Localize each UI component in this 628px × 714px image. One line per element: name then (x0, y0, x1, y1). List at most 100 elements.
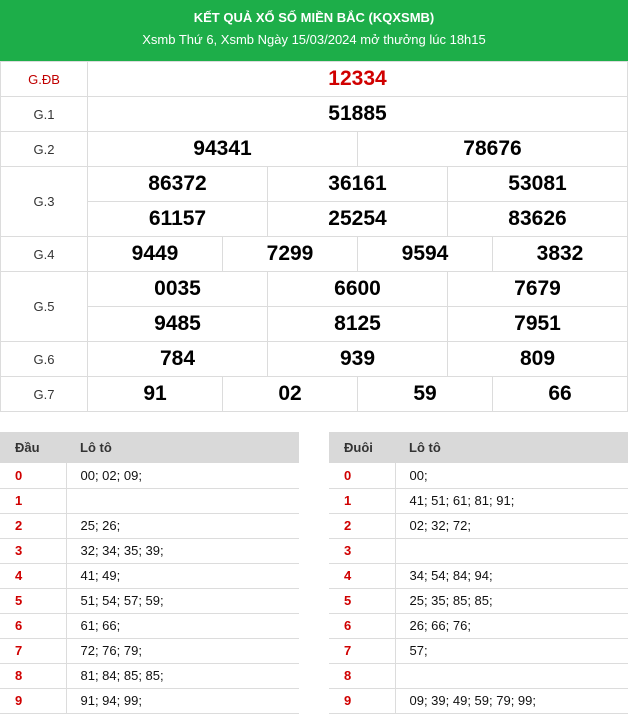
prize-number: 12334 (87, 61, 628, 97)
loto-values (394, 663, 628, 689)
prize-number: 7299 (222, 236, 358, 272)
table-row: 4 41; 49; (0, 563, 299, 589)
prize-label: G.1 (0, 96, 88, 132)
table-row: 4 34; 54; 84; 94; (329, 563, 628, 589)
table-row: 9 09; 39; 49; 59; 79; 99; (329, 688, 628, 714)
prize-number: 36161 (267, 166, 448, 202)
prize-row-g5-b: 9485 8125 7951 (1, 306, 628, 342)
table-row: 8 81; 84; 85; 85; (0, 663, 299, 689)
prize-number: 86372 (87, 166, 268, 202)
head-digit: 6 (0, 613, 66, 639)
prize-number: 61157 (87, 201, 268, 237)
prize-number: 8125 (267, 306, 448, 342)
prize-number: 02 (222, 376, 358, 412)
tail-digit: 6 (329, 613, 395, 639)
loto-values: 25; 26; (65, 513, 299, 539)
prize-number: 25254 (267, 201, 448, 237)
prize-number: 91 (87, 376, 223, 412)
prize-number: 9485 (87, 306, 268, 342)
prize-number: 939 (267, 341, 448, 377)
prize-number: 784 (87, 341, 268, 377)
tail-digit: 8 (329, 663, 395, 689)
loto-values: 25; 35; 85; 85; (394, 588, 628, 614)
tail-digit: 5 (329, 588, 395, 614)
loto-values: 26; 66; 76; (394, 613, 628, 639)
loto-values: 34; 54; 84; 94; (394, 563, 628, 589)
table-row: 3 (329, 538, 628, 564)
head-digit: 8 (0, 663, 66, 689)
prize-number: 7679 (447, 271, 628, 307)
tail-digit: 9 (329, 688, 395, 714)
column-header-loto: Lô tô (395, 432, 628, 463)
head-digit: 7 (0, 638, 66, 664)
prize-number: 59 (357, 376, 493, 412)
draw-date-subtitle: Xsmb Thứ 6, Xsmb Ngày 15/03/2024 mở thưở… (142, 32, 486, 47)
prize-number: 3832 (492, 236, 628, 272)
table-row: 0 00; 02; 09; (0, 463, 299, 489)
loto-values: 72; 76; 79; (65, 638, 299, 664)
loto-values: 00; (394, 463, 628, 489)
prize-number: 66 (492, 376, 628, 412)
head-digit: 4 (0, 563, 66, 589)
prize-row-g3-b: 61157 25254 83626 (1, 201, 628, 237)
table-row: 7 72; 76; 79; (0, 638, 299, 664)
table-row: 6 61; 66; (0, 613, 299, 639)
prize-row-g4: G.4 9449 7299 9594 3832 (0, 236, 628, 272)
table-row: 7 57; (329, 638, 628, 664)
loto-values: 02; 32; 72; (394, 513, 628, 539)
loto-tail-table: Đuôi Lô tô 0 00; 1 41; 51; 61; 81; 91; 2 02… (329, 432, 628, 714)
loto-values: 91; 94; 99; (65, 688, 299, 714)
prize-row-g7: G.7 91 02 59 66 (0, 376, 628, 412)
loto-values: 41; 51; 61; 81; 91; (394, 488, 628, 514)
head-digit: 5 (0, 588, 66, 614)
prize-label: G.ĐB (0, 61, 88, 97)
page-title: KẾT QUẢ XỔ SỐ MIỀN BẮC (KQXSMB) (193, 10, 435, 25)
prize-number: 94341 (87, 131, 358, 167)
prize-number: 78676 (357, 131, 628, 167)
table-row: 6 26; 66; 76; (329, 613, 628, 639)
prize-number: 9594 (357, 236, 493, 272)
page-header: KẾT QUẢ XỔ SỐ MIỀN BẮC (KQXSMB) Xsmb Thứ… (0, 0, 628, 61)
results-table: G.ĐB 12334 G.1 51885 G.2 94341 78676 G.3… (0, 61, 628, 412)
loto-values: 61; 66; (65, 613, 299, 639)
prize-label: G.7 (0, 376, 88, 412)
prize-number: 0035 (87, 271, 268, 307)
tail-digit: 7 (329, 638, 395, 664)
head-digit: 3 (0, 538, 66, 564)
loto-values: 57; (394, 638, 628, 664)
prize-number: 9449 (87, 236, 223, 272)
table-row: 1 (0, 488, 299, 514)
prize-number: 6600 (267, 271, 448, 307)
table-row: 1 41; 51; 61; 81; 91; (329, 488, 628, 514)
prize-label: G.5 (0, 271, 88, 342)
prize-label: G.6 (0, 341, 88, 377)
loto-values: 51; 54; 57; 59; (65, 588, 299, 614)
table-row: 5 51; 54; 57; 59; (0, 588, 299, 614)
loto-values: 09; 39; 49; 59; 79; 99; (394, 688, 628, 714)
prize-row-g6: G.6 784 939 809 (0, 341, 628, 377)
prize-number: 809 (447, 341, 628, 377)
table-row: 3 32; 34; 35; 39; (0, 538, 299, 564)
prize-label: G.2 (0, 131, 88, 167)
prize-row-g2: G.2 94341 78676 (0, 131, 628, 167)
head-digit: 9 (0, 688, 66, 714)
tail-digit: 4 (329, 563, 395, 589)
loto-values (65, 488, 299, 514)
table-row: 2 25; 26; (0, 513, 299, 539)
loto-head-table: Đầu Lô tô 0 00; 02; 09; 1 2 25; 26; 3 32; 3… (0, 432, 299, 714)
table-row: 2 02; 32; 72; (329, 513, 628, 539)
column-header-loto: Lô tô (66, 432, 299, 463)
column-header-duoi: Đuôi (329, 432, 395, 463)
column-header-dau: Đầu (0, 432, 66, 463)
loto-values: 81; 84; 85; 85; (65, 663, 299, 689)
loto-values: 32; 34; 35; 39; (65, 538, 299, 564)
prize-label: G.3 (0, 166, 88, 237)
loto-values: 00; 02; 09; (65, 463, 299, 489)
prize-label: G.4 (0, 236, 88, 272)
prize-number: 51885 (87, 96, 628, 132)
table-row: 5 25; 35; 85; 85; (329, 588, 628, 614)
loto-values (394, 538, 628, 564)
prize-number: 53081 (447, 166, 628, 202)
head-digit: 2 (0, 513, 66, 539)
table-row: 9 91; 94; 99; (0, 688, 299, 714)
